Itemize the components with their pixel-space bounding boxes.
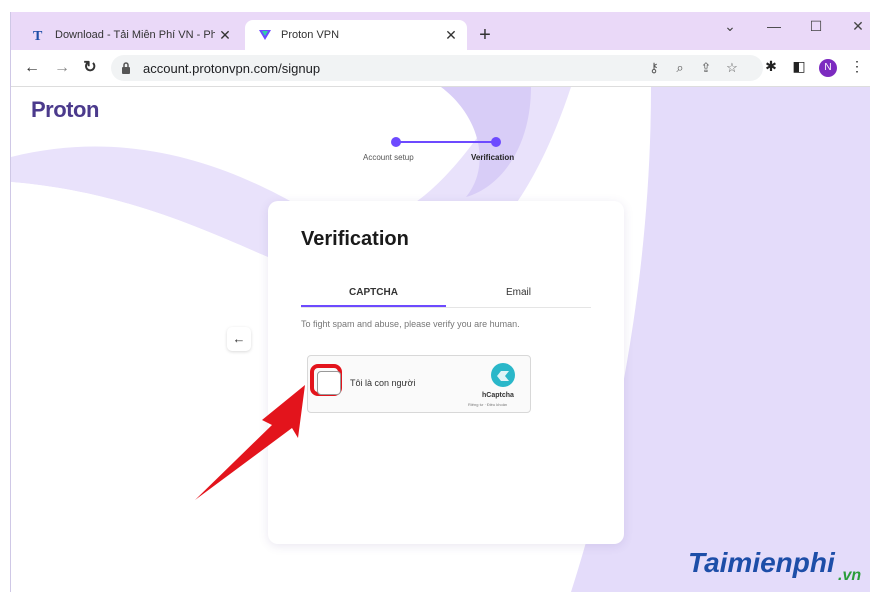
step-label-verification: Verification: [471, 153, 515, 162]
tab-title: Download - Tải Miễn Phí VN - Ph: [55, 29, 215, 41]
step-dot-account-setup: [391, 137, 401, 147]
signup-steps: Account setup Verification: [361, 137, 531, 167]
forward-arrow-icon[interactable]: →: [51, 57, 73, 79]
maximize-icon[interactable]: ☐: [801, 18, 831, 35]
tab-strip: T Download - Tải Miễn Phí VN - Ph ✕ Prot…: [11, 12, 870, 50]
address-bar[interactable]: account.protonvpn.com/signup ⚷ ⌕ ⇪ ☆: [111, 55, 763, 81]
tab-search-icon[interactable]: ⌄: [715, 18, 745, 35]
minimize-icon[interactable]: —: [759, 18, 789, 34]
step-dot-verification: [491, 137, 501, 147]
browser-window: T Download - Tải Miễn Phí VN - Ph ✕ Prot…: [10, 12, 870, 592]
watermark-main: Taimienphi: [688, 547, 835, 578]
url-text: account.protonvpn.com/signup: [143, 61, 321, 76]
back-button[interactable]: ←: [227, 327, 251, 351]
browser-toolbar: ← → ↻ account.protonvpn.com/signup ⚷ ⌕ ⇪…: [11, 50, 870, 87]
back-arrow-icon[interactable]: ←: [21, 57, 43, 79]
tab-title: Proton VPN: [281, 29, 340, 41]
new-tab-button[interactable]: +: [473, 24, 497, 47]
watermark-suffix: .vn: [838, 567, 862, 584]
proton-logo: Proton: [31, 97, 99, 122]
menu-kebab-icon[interactable]: ⋮: [847, 58, 867, 75]
watermark: Taimienphi .vn: [688, 547, 861, 584]
step-label-account-setup: Account setup: [363, 153, 414, 162]
verification-hint: To fight spam and abuse, please verify y…: [301, 319, 520, 329]
share-icon[interactable]: ⇪: [697, 60, 715, 76]
page-content: Proton Account setup Verification ← Veri…: [11, 87, 870, 592]
svg-text:T: T: [33, 29, 43, 42]
lock-icon[interactable]: [121, 61, 131, 79]
bookmark-star-icon[interactable]: ☆: [723, 60, 741, 76]
checkbox-label: Tôi là con người: [350, 378, 416, 388]
side-panel-icon[interactable]: ◧: [789, 58, 809, 75]
tab-email[interactable]: Email: [446, 287, 591, 298]
profile-avatar[interactable]: N: [819, 59, 837, 77]
human-checkbox[interactable]: [317, 371, 341, 395]
verification-tabs: CAPTCHA Email: [301, 283, 591, 308]
key-icon[interactable]: ⚷: [645, 60, 663, 76]
t-logo-icon: T: [31, 27, 47, 43]
tab-download[interactable]: T Download - Tải Miễn Phí VN - Ph ✕: [19, 20, 241, 50]
steps-connector: [395, 141, 495, 143]
verification-card: Verification CAPTCHA Email To fight spam…: [268, 201, 624, 544]
tab-captcha[interactable]: CAPTCHA: [301, 287, 446, 307]
close-tab-icon[interactable]: ✕: [215, 27, 235, 44]
close-window-icon[interactable]: ✕: [843, 18, 870, 35]
page-title: Verification: [301, 228, 409, 250]
hcaptcha-brand: hCaptcha: [482, 392, 514, 399]
zoom-icon[interactable]: ⌕: [671, 60, 689, 76]
reload-icon[interactable]: ↻: [79, 57, 101, 79]
hcaptcha-widget: Tôi là con người hCaptcha Riêng tư · Điề…: [307, 355, 531, 413]
extensions-puzzle-icon[interactable]: ✱: [761, 58, 781, 75]
hcaptcha-terms[interactable]: Riêng tư · Điều khoản: [468, 402, 507, 407]
tab-proton-vpn[interactable]: Proton VPN ✕: [245, 20, 467, 50]
close-tab-icon[interactable]: ✕: [441, 27, 461, 44]
hcaptcha-logo-icon: [490, 362, 516, 393]
proton-vpn-icon: [257, 27, 273, 43]
